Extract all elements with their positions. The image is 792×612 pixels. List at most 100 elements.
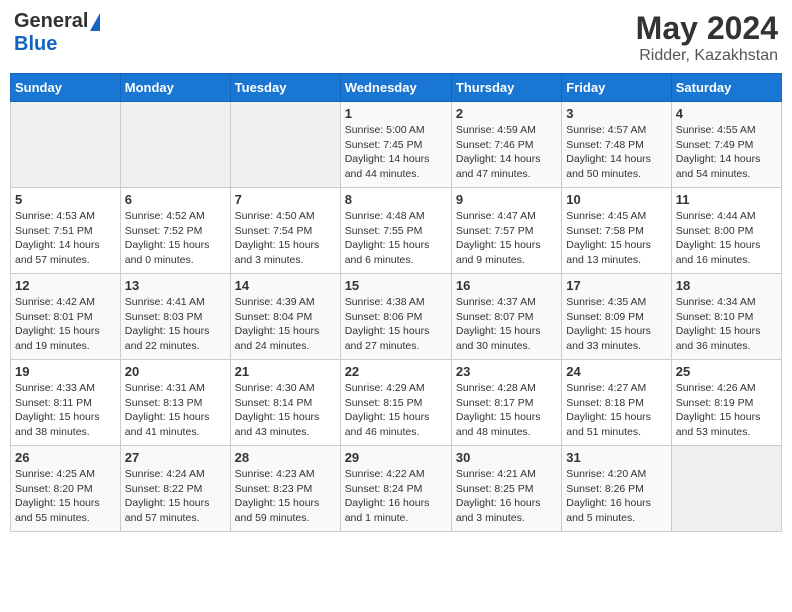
day-info: Sunrise: 4:24 AM Sunset: 8:22 PM Dayligh… (125, 467, 226, 526)
calendar-week-row: 12Sunrise: 4:42 AM Sunset: 8:01 PM Dayli… (11, 274, 782, 360)
calendar-table: SundayMondayTuesdayWednesdayThursdayFrid… (10, 73, 782, 532)
calendar-week-row: 1Sunrise: 5:00 AM Sunset: 7:45 PM Daylig… (11, 102, 782, 188)
day-info: Sunrise: 4:47 AM Sunset: 7:57 PM Dayligh… (456, 209, 557, 268)
calendar-week-row: 19 Sunrise: 4:33 AM Sunset: 8:11 PM Dayli… (11, 360, 782, 446)
logo: General Blue (14, 10, 100, 56)
day-info: Sunrise: 4:25 AM Sunset: 8:20 PM Dayligh… (15, 467, 116, 526)
day-number: 26 (15, 450, 116, 465)
day-info: Sunrise: 4:31 AM Sunset: 8:13 PM Dayligh… (125, 381, 226, 440)
day-info: Sunrise: 4:21 AM Sunset: 8:25 PM Dayligh… (456, 467, 557, 526)
day-number: 8 (345, 192, 447, 207)
day-number: 2 (456, 106, 557, 121)
calendar-cell: 4Sunrise: 4:55 AM Sunset: 7:49 PM Daylig… (671, 102, 781, 188)
day-info: Sunrise: 4:53 AM Sunset: 7:51 PM Dayligh… (15, 209, 116, 268)
calendar-cell: 23 Sunrise: 4:28 AM Sunset: 8:17 PM Dayli… (451, 360, 561, 446)
calendar-cell: 1Sunrise: 5:00 AM Sunset: 7:45 PM Daylig… (340, 102, 451, 188)
day-info: Sunrise: 4:52 AM Sunset: 7:52 PM Dayligh… (125, 209, 226, 268)
calendar-cell: 14 Sunrise: 4:39 AM Sunset: 8:04 PM Dayli… (230, 274, 340, 360)
day-number: 3 (566, 106, 666, 121)
day-info: Sunrise: 4:57 AM Sunset: 7:48 PM Dayligh… (566, 123, 666, 182)
calendar-cell: 29 Sunrise: 4:22 AM Sunset: 8:24 PM Dayli… (340, 446, 451, 532)
logo-blue-text: Blue (14, 33, 57, 56)
day-number: 22 (345, 364, 447, 379)
day-number: 28 (235, 450, 336, 465)
day-number: 4 (676, 106, 777, 121)
day-info: Sunrise: 4:23 AM Sunset: 8:23 PM Dayligh… (235, 467, 336, 526)
day-number: 9 (456, 192, 557, 207)
day-info: Sunrise: 4:26 AM Sunset: 8:19 PM Dayligh… (676, 381, 777, 440)
day-number: 5 (15, 192, 116, 207)
day-info: Sunrise: 4:30 AM Sunset: 8:14 PM Dayligh… (235, 381, 336, 440)
day-number: 6 (125, 192, 226, 207)
calendar-week-row: 5 Sunrise: 4:53 AM Sunset: 7:51 PM Daylig… (11, 188, 782, 274)
day-number: 16 (456, 278, 557, 293)
calendar-cell: 24Sunrise: 4:27 AM Sunset: 8:18 PM Dayli… (562, 360, 671, 446)
day-number: 31 (566, 450, 666, 465)
day-number: 14 (235, 278, 336, 293)
calendar-cell: 8Sunrise: 4:48 AM Sunset: 7:55 PM Daylig… (340, 188, 451, 274)
day-number: 20 (125, 364, 226, 379)
day-info: Sunrise: 4:28 AM Sunset: 8:17 PM Dayligh… (456, 381, 557, 440)
calendar-cell (120, 102, 230, 188)
calendar-cell: 5 Sunrise: 4:53 AM Sunset: 7:51 PM Daylig… (11, 188, 121, 274)
column-header-friday: Friday (562, 74, 671, 102)
day-info: Sunrise: 4:59 AM Sunset: 7:46 PM Dayligh… (456, 123, 557, 182)
column-header-tuesday: Tuesday (230, 74, 340, 102)
month-year-title: May 2024 (636, 10, 778, 47)
calendar-cell: 3 Sunrise: 4:57 AM Sunset: 7:48 PM Daylig… (562, 102, 671, 188)
calendar-cell: 25Sunrise: 4:26 AM Sunset: 8:19 PM Dayli… (671, 360, 781, 446)
day-number: 29 (345, 450, 447, 465)
day-number: 13 (125, 278, 226, 293)
day-number: 7 (235, 192, 336, 207)
calendar-cell: 17Sunrise: 4:35 AM Sunset: 8:09 PM Dayli… (562, 274, 671, 360)
day-number: 21 (235, 364, 336, 379)
day-info: Sunrise: 4:41 AM Sunset: 8:03 PM Dayligh… (125, 295, 226, 354)
column-header-monday: Monday (120, 74, 230, 102)
calendar-cell: 7 Sunrise: 4:50 AM Sunset: 7:54 PM Daylig… (230, 188, 340, 274)
column-header-thursday: Thursday (451, 74, 561, 102)
title-block: May 2024 Ridder, Kazakhstan (636, 10, 778, 65)
column-header-sunday: Sunday (11, 74, 121, 102)
day-info: Sunrise: 4:22 AM Sunset: 8:24 PM Dayligh… (345, 467, 447, 526)
day-info: Sunrise: 4:50 AM Sunset: 7:54 PM Dayligh… (235, 209, 336, 268)
calendar-cell: 18 Sunrise: 4:34 AM Sunset: 8:10 PM Dayli… (671, 274, 781, 360)
day-info: Sunrise: 4:37 AM Sunset: 8:07 PM Dayligh… (456, 295, 557, 354)
calendar-cell: 22 Sunrise: 4:29 AM Sunset: 8:15 PM Dayli… (340, 360, 451, 446)
location-subtitle: Ridder, Kazakhstan (636, 47, 778, 65)
day-info: Sunrise: 4:39 AM Sunset: 8:04 PM Dayligh… (235, 295, 336, 354)
day-number: 30 (456, 450, 557, 465)
day-number: 18 (676, 278, 777, 293)
column-header-saturday: Saturday (671, 74, 781, 102)
day-info: Sunrise: 4:33 AM Sunset: 8:11 PM Dayligh… (15, 381, 116, 440)
calendar-cell: 10 Sunrise: 4:45 AM Sunset: 7:58 PM Dayli… (562, 188, 671, 274)
day-number: 23 (456, 364, 557, 379)
calendar-cell: 30 Sunrise: 4:21 AM Sunset: 8:25 PM Dayli… (451, 446, 561, 532)
calendar-cell: 20 Sunrise: 4:31 AM Sunset: 8:13 PM Dayli… (120, 360, 230, 446)
calendar-cell: 26 Sunrise: 4:25 AM Sunset: 8:20 PM Dayli… (11, 446, 121, 532)
day-info: Sunrise: 4:29 AM Sunset: 8:15 PM Dayligh… (345, 381, 447, 440)
calendar-cell: 16 Sunrise: 4:37 AM Sunset: 8:07 PM Dayli… (451, 274, 561, 360)
day-info: Sunrise: 5:00 AM Sunset: 7:45 PM Dayligh… (345, 123, 447, 182)
page-header: General Blue May 2024 Ridder, Kazakhstan (10, 10, 782, 65)
day-info: Sunrise: 4:27 AM Sunset: 8:18 PM Dayligh… (566, 381, 666, 440)
day-number: 27 (125, 450, 226, 465)
day-number: 17 (566, 278, 666, 293)
day-number: 15 (345, 278, 447, 293)
calendar-cell (671, 446, 781, 532)
day-number: 11 (676, 192, 777, 207)
calendar-header-row: SundayMondayTuesdayWednesdayThursdayFrid… (11, 74, 782, 102)
calendar-cell: 19 Sunrise: 4:33 AM Sunset: 8:11 PM Dayli… (11, 360, 121, 446)
calendar-cell: 6 Sunrise: 4:52 AM Sunset: 7:52 PM Daylig… (120, 188, 230, 274)
day-info: Sunrise: 4:45 AM Sunset: 7:58 PM Dayligh… (566, 209, 666, 268)
day-number: 19 (15, 364, 116, 379)
day-info: Sunrise: 4:20 AM Sunset: 8:26 PM Dayligh… (566, 467, 666, 526)
calendar-cell: 2 Sunrise: 4:59 AM Sunset: 7:46 PM Daylig… (451, 102, 561, 188)
day-info: Sunrise: 4:38 AM Sunset: 8:06 PM Dayligh… (345, 295, 447, 354)
calendar-cell: 28 Sunrise: 4:23 AM Sunset: 8:23 PM Dayli… (230, 446, 340, 532)
day-info: Sunrise: 4:34 AM Sunset: 8:10 PM Dayligh… (676, 295, 777, 354)
column-header-wednesday: Wednesday (340, 74, 451, 102)
calendar-week-row: 26 Sunrise: 4:25 AM Sunset: 8:20 PM Dayli… (11, 446, 782, 532)
logo-triangle-icon (90, 13, 100, 31)
calendar-cell: 15 Sunrise: 4:38 AM Sunset: 8:06 PM Dayli… (340, 274, 451, 360)
day-number: 10 (566, 192, 666, 207)
